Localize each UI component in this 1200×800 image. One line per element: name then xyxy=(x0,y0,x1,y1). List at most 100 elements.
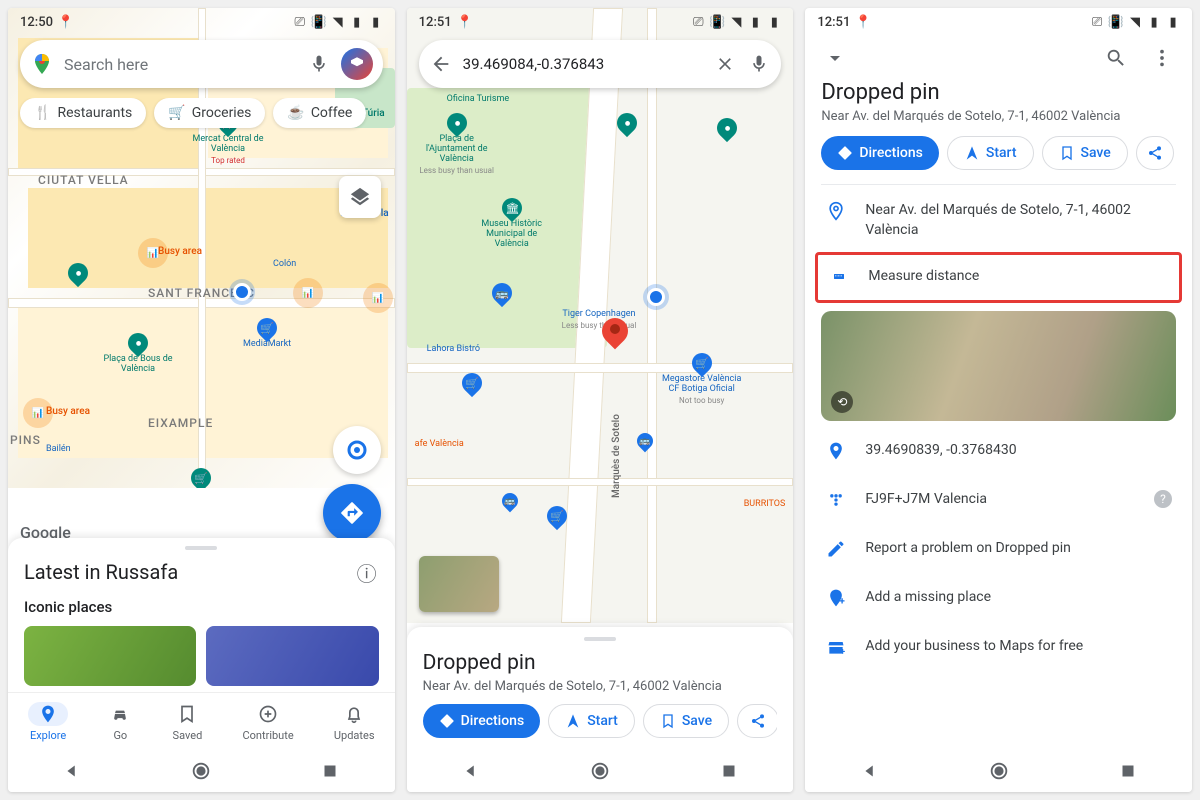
chip-coffee[interactable]: ☕Coffee xyxy=(273,98,366,128)
chip-groceries[interactable]: 🛒Groceries xyxy=(154,98,265,128)
save-button[interactable]: Save xyxy=(643,704,729,738)
nav-saved[interactable]: Saved xyxy=(173,702,203,742)
layers-button[interactable] xyxy=(339,176,381,218)
battery-icon: ▮ xyxy=(1166,15,1180,29)
mic-icon[interactable] xyxy=(747,52,771,76)
home-button[interactable] xyxy=(988,760,1010,782)
busy-area-marker[interactable]: 📊 xyxy=(293,278,323,308)
directions-button[interactable]: Directions xyxy=(423,704,541,738)
search-placeholder: Search here xyxy=(64,55,297,74)
plus-circle-icon xyxy=(256,702,280,726)
bottom-sheet[interactable]: Dropped pin Near Av. del Marqués de Sote… xyxy=(407,627,794,750)
back-button[interactable] xyxy=(859,760,881,782)
cast-icon: ⎚ xyxy=(293,15,307,29)
back-button[interactable] xyxy=(460,760,482,782)
recents-button[interactable] xyxy=(319,760,341,782)
google-maps-logo-icon xyxy=(30,52,54,76)
poi-marker[interactable]: ● xyxy=(68,263,88,283)
poi-lahora[interactable]: Lahora Bistró xyxy=(427,343,480,355)
sheet-subtitle: Iconic places xyxy=(24,598,379,616)
streetview-thumbnail[interactable] xyxy=(419,556,499,612)
add-business-row[interactable]: + Add your business to Maps for free xyxy=(821,625,1176,674)
map-canvas[interactable]: Oficina Turisme ● Plaça de l'Ajuntament … xyxy=(407,8,794,623)
recents-button[interactable] xyxy=(1117,760,1139,782)
pluscode-row[interactable]: FJ9F+J7M Valencia ? xyxy=(821,478,1176,527)
poi-bus[interactable]: 🚌 xyxy=(637,433,653,449)
bottom-sheet[interactable]: Latest in Russafa ⓘ Iconic places xyxy=(8,538,395,696)
busy-area-marker[interactable]: 📊 xyxy=(363,283,393,313)
storefront-icon: + xyxy=(825,637,847,662)
report-problem-row[interactable]: Report a problem on Dropped pin xyxy=(821,527,1176,576)
add-place-row[interactable]: + Add a missing place xyxy=(821,576,1176,625)
collapse-chevron-icon[interactable] xyxy=(823,46,847,70)
more-menu-icon[interactable] xyxy=(1150,46,1174,70)
poi-placa-bous[interactable]: ● Plaça de Bous de València xyxy=(98,333,178,375)
district-label: CIUTAT VELLA xyxy=(38,173,129,187)
save-button[interactable]: Save xyxy=(1042,136,1128,170)
cart-icon: 🛒 xyxy=(168,105,185,121)
home-button[interactable] xyxy=(589,760,611,782)
my-location-button[interactable] xyxy=(333,426,381,474)
back-arrow-icon[interactable] xyxy=(429,52,453,76)
search-bar[interactable]: 39.469084,-0.376843 xyxy=(419,40,782,88)
sheet-title: Dropped pin xyxy=(423,651,778,675)
back-button[interactable] xyxy=(61,760,83,782)
battery-icon: ▮ xyxy=(767,15,781,29)
poi-mercat-russafa[interactable]: 🛒 Mercat de Russafa xyxy=(163,468,238,488)
coordinates-row[interactable]: 39.4690839, -0.3768430 xyxy=(821,429,1176,478)
poi-bailen[interactable]: Bailén xyxy=(46,443,71,455)
place-photo[interactable] xyxy=(24,626,196,686)
directions-fab[interactable] xyxy=(323,484,381,542)
nav-updates[interactable]: Updates xyxy=(334,702,375,742)
profile-avatar[interactable] xyxy=(341,48,373,80)
coffee-icon: ☕ xyxy=(287,105,304,121)
poi-plaza[interactable]: ● Plaça de l'Ajuntament de València Less… xyxy=(417,113,497,175)
place-photo[interactable] xyxy=(206,626,378,686)
share-button[interactable] xyxy=(1136,136,1174,170)
poi-shop[interactable]: 🛒 xyxy=(547,506,567,526)
mic-icon[interactable] xyxy=(307,52,331,76)
bottom-navigation: Explore Go Saved Contribute Updates xyxy=(8,692,395,750)
directions-button[interactable]: Directions xyxy=(821,136,939,170)
poi-colon[interactable]: Colón xyxy=(273,258,296,270)
info-icon[interactable]: ⓘ xyxy=(355,560,379,584)
system-navigation xyxy=(8,750,395,792)
help-icon[interactable]: ? xyxy=(1154,490,1172,508)
drag-handle[interactable] xyxy=(185,546,217,550)
drag-handle[interactable] xyxy=(584,637,616,641)
start-button[interactable]: Start xyxy=(947,136,1034,170)
poi-bus[interactable]: 🚌 xyxy=(492,283,512,303)
poi-marker[interactable]: ● xyxy=(617,113,637,133)
nav-contribute[interactable]: Contribute xyxy=(243,702,294,742)
poi-bus[interactable]: 🚌 xyxy=(502,493,518,509)
poi-oficina[interactable]: Oficina Turisme xyxy=(447,93,509,105)
poi-museu[interactable]: 🏛 Museu Històric Municipal de València xyxy=(472,198,552,250)
measure-distance-row[interactable]: Measure distance xyxy=(824,255,1173,300)
poi-cafe[interactable]: afe València xyxy=(415,438,464,450)
clear-icon[interactable] xyxy=(713,52,737,76)
address-row[interactable]: Near Av. del Marqués de Sotelo, 7-1, 460… xyxy=(821,189,1176,252)
battery-icon: ▮ xyxy=(369,15,383,29)
phone-screen-3: 12:51 📍 ⎚ 📳 ◥ ▮ ▮ Dropped pin Near Av. d… xyxy=(805,8,1192,792)
poi-mediamarkt[interactable]: 🛒 MediaMarkt xyxy=(243,318,291,350)
page-subtitle: Near Av. del Marqués de Sotelo, 7-1, 460… xyxy=(821,109,1176,124)
share-button[interactable] xyxy=(737,704,777,738)
app-bar xyxy=(805,36,1192,80)
dropped-pin-marker[interactable] xyxy=(602,318,628,354)
recents-button[interactable] xyxy=(718,760,740,782)
current-location-dot xyxy=(647,288,665,306)
search-icon[interactable] xyxy=(1104,46,1128,70)
measure-distance-highlight: Measure distance xyxy=(815,252,1182,303)
start-button[interactable]: Start xyxy=(548,704,635,738)
svg-text:+: + xyxy=(840,597,846,608)
chip-restaurants[interactable]: 🍴Restaurants xyxy=(20,98,146,128)
poi-marker[interactable]: ● xyxy=(717,118,737,138)
poi-burritos[interactable]: BURRITOS xyxy=(744,498,786,510)
nav-explore[interactable]: Explore xyxy=(28,702,68,742)
home-button[interactable] xyxy=(190,760,212,782)
streetview-hero[interactable] xyxy=(821,311,1176,421)
poi-megastore[interactable]: 🛒 Megastore València CF Botiga Oficial N… xyxy=(662,353,742,406)
search-bar[interactable]: Search here xyxy=(20,40,383,88)
poi-shop[interactable]: 🛒 xyxy=(462,373,482,393)
nav-go[interactable]: Go xyxy=(108,702,132,742)
